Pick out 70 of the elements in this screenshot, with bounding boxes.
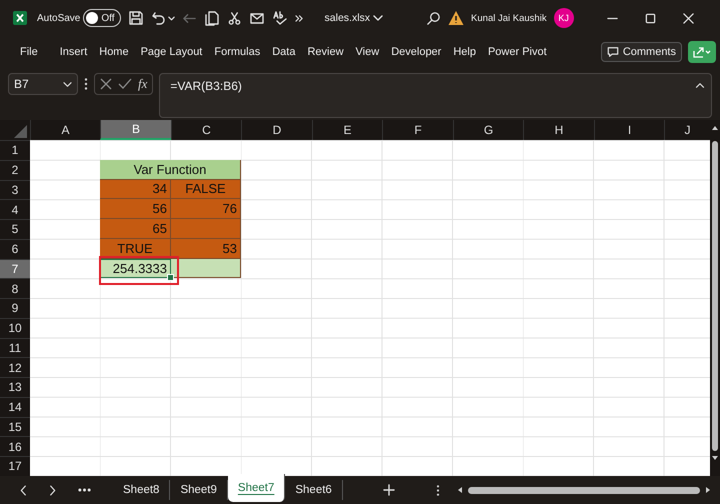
file-name-button[interactable]: sales.xlsx (324, 12, 384, 24)
table-cell[interactable]: 56 (100, 199, 171, 219)
insert-function-button[interactable]: fx (138, 76, 148, 92)
scroll-down-icon[interactable] (711, 454, 719, 462)
share-button[interactable] (688, 41, 716, 63)
sheet-tab[interactable]: Sheet7 (228, 474, 286, 502)
scissors-icon[interactable] (226, 10, 242, 26)
caret-icon (63, 80, 72, 88)
maximize-icon[interactable] (644, 12, 656, 24)
check-icon[interactable] (118, 78, 132, 90)
user-name: Kunal Jai Kaushik (471, 12, 547, 24)
menu-item[interactable]: Insert (54, 46, 94, 58)
spreadsheet-logo-icon (12, 10, 28, 26)
menu-item[interactable]: Home (93, 46, 135, 58)
table-cell[interactable]: 76 (171, 199, 241, 219)
name-box[interactable]: B7 (8, 73, 78, 95)
spelling-icon[interactable] (272, 10, 288, 26)
copy-icon[interactable] (204, 10, 220, 26)
menu-item[interactable]: Review (301, 46, 350, 58)
row-header[interactable]: 15 (0, 416, 30, 436)
menu-item[interactable]: Developer (385, 46, 448, 58)
menu-item[interactable]: View (350, 46, 386, 58)
chevron-right-icon[interactable] (49, 484, 56, 496)
menu-item[interactable]: Data (266, 46, 302, 58)
more-dots-icon[interactable] (78, 488, 91, 492)
table-cell[interactable]: 254.3333 (100, 258, 171, 278)
dots-icon[interactable] (84, 77, 88, 91)
collapse-caret-icon[interactable] (695, 82, 705, 89)
table-cell[interactable]: FALSE (171, 180, 241, 200)
search-icon[interactable] (426, 10, 442, 26)
table-cell[interactable]: 34 (100, 180, 171, 200)
menu-item[interactable]: Formulas (208, 46, 266, 58)
sheet-tab[interactable]: Sheet8 (113, 480, 170, 500)
chevron-left-icon[interactable] (20, 484, 27, 496)
comments-button[interactable]: Comments (600, 42, 682, 62)
table-cell[interactable] (171, 219, 241, 239)
close-icon[interactable] (682, 12, 694, 24)
undo-icon[interactable] (150, 10, 167, 26)
menu-item[interactable]: Power Pivot (482, 46, 553, 58)
user-avatar[interactable]: KJ (554, 8, 574, 28)
scroll-right-icon[interactable] (704, 486, 712, 494)
fill-handle[interactable] (167, 274, 174, 282)
table-cell[interactable] (171, 258, 241, 278)
formula-field[interactable]: =VAR(B3:B6) (159, 73, 712, 118)
autosave-label: AutoSave (37, 12, 80, 24)
column-header[interactable]: B (100, 120, 171, 140)
menu-item[interactable]: Help (447, 46, 482, 58)
caret-icon (373, 14, 384, 22)
share-icon (692, 46, 712, 58)
scroll-up-icon[interactable] (711, 124, 719, 132)
caret-icon[interactable] (168, 14, 175, 22)
menu-item[interactable]: Page Layout (134, 46, 208, 58)
row-header[interactable]: 11 (0, 338, 30, 358)
autosave-toggle[interactable]: Off (83, 9, 121, 27)
vertical-scrollbar[interactable] (710, 120, 720, 476)
row-header[interactable]: 7 (0, 258, 30, 278)
sheet-tab[interactable]: Sheet6 (285, 480, 343, 500)
scroll-left-icon[interactable] (456, 486, 464, 494)
table-header-cell: Var Function (100, 160, 241, 180)
more-chevrons-icon[interactable] (294, 14, 304, 22)
table-cell[interactable]: 53 (171, 238, 241, 258)
dots-icon[interactable] (436, 484, 440, 496)
table-cell[interactable]: 65 (100, 219, 171, 239)
cancel-icon[interactable] (100, 78, 112, 90)
save-icon[interactable] (128, 10, 144, 26)
add-sheet-icon[interactable] (382, 484, 395, 496)
comment-icon (606, 46, 619, 58)
menu-item[interactable]: File (12, 46, 44, 58)
warning-icon (448, 10, 464, 26)
row-header[interactable]: 3 (0, 180, 30, 200)
